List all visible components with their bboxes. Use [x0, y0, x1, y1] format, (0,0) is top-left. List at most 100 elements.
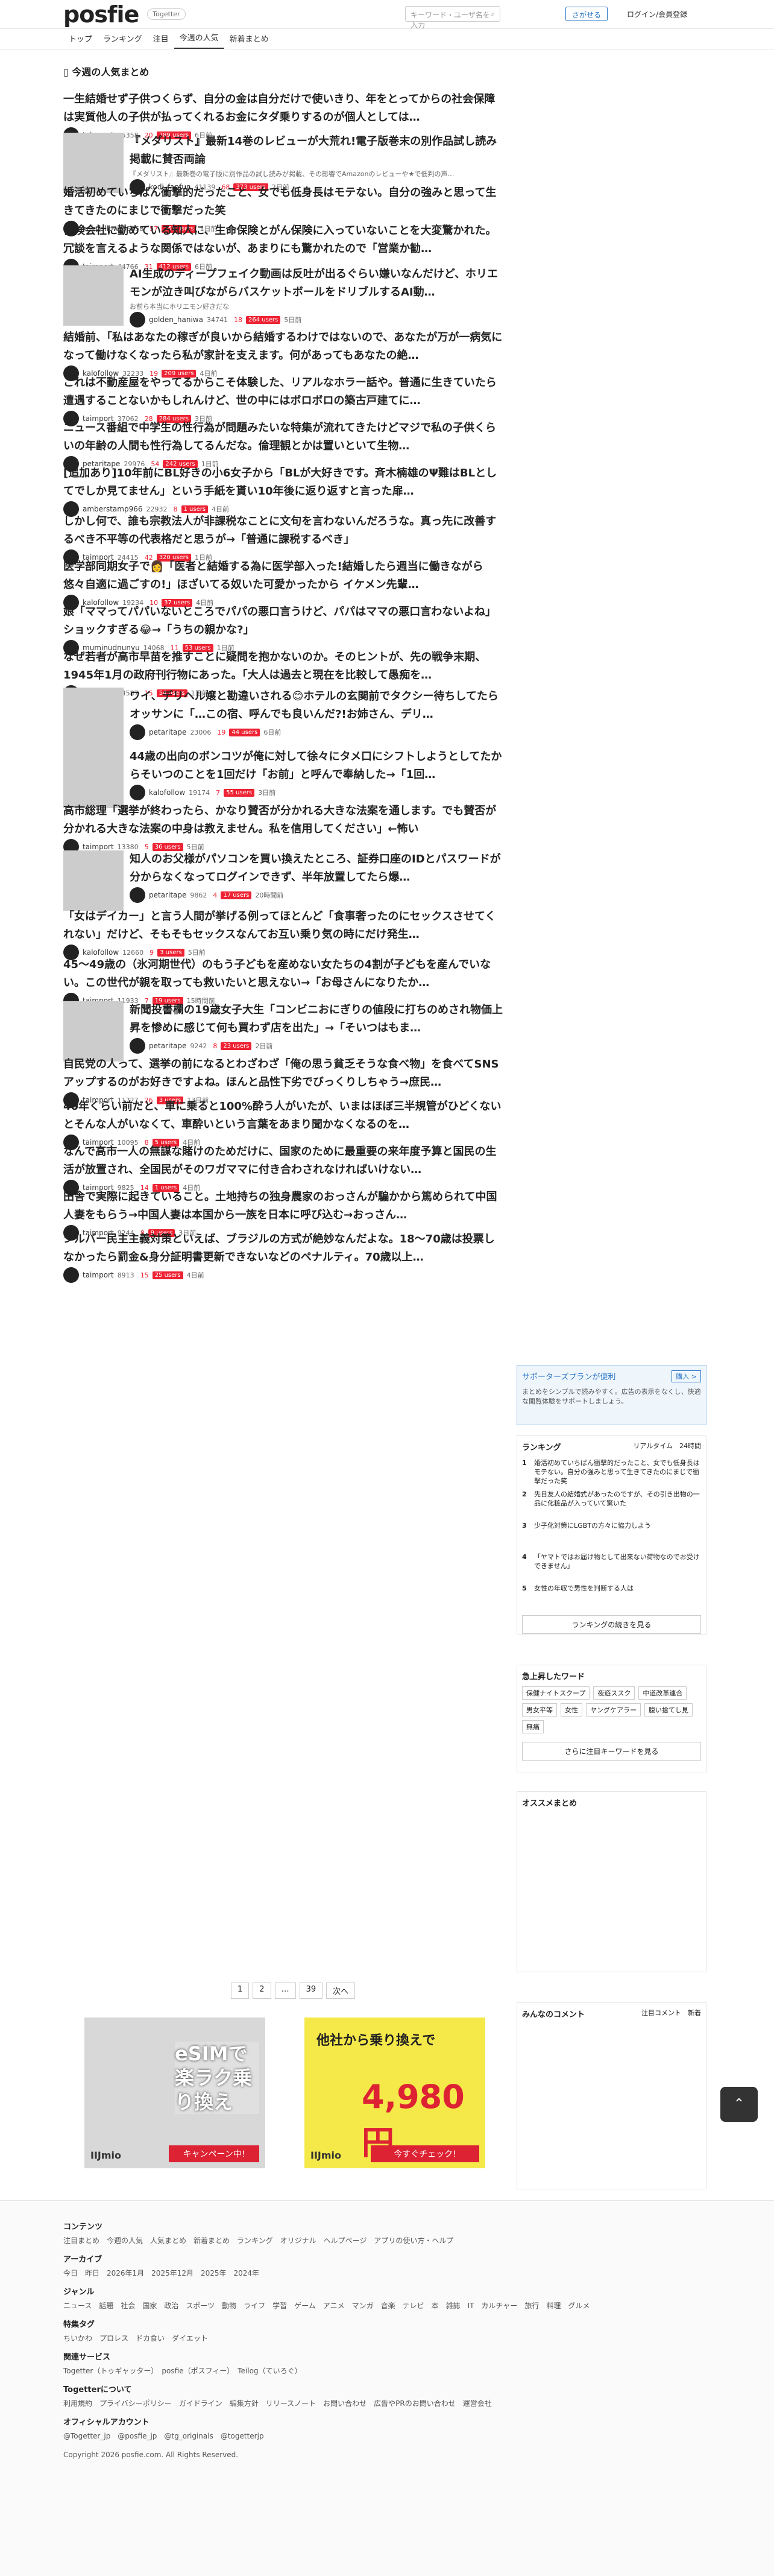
hotword-tag[interactable]: 腹い捨てし見 — [644, 1703, 693, 1717]
hotword-tag[interactable]: 中道改革連合 — [638, 1686, 687, 1700]
item-user[interactable]: taimport — [83, 1271, 114, 1279]
item-title[interactable]: 娘「ママってパパいないところでパパの悪口言うけど、パパはママの悪口言わないよね」… — [63, 603, 503, 639]
item-title[interactable]: 知人のお父様がパソコンを買い換えたところ、証券口座のIDとパスワードが分からなく… — [130, 850, 503, 887]
tab-new[interactable]: 新着まとめ — [224, 33, 274, 49]
search-input[interactable]: キーワード・ユーザ名を入力 ⌕ — [405, 6, 500, 30]
item-title[interactable]: 自民党の人って、選挙の前になるとわざわざ「俺の思う貧乏そうな食べ物」を食べてSN… — [63, 1055, 503, 1092]
list-item[interactable]: [追加あり]10年前にBL好きの小6女子から「BLが大好きです。斉木楠雄のΨ難は… — [63, 464, 503, 517]
footer-about-links[interactable]: 利用規約 プライバシーポリシー ガイドライン 編集方針 リリースノート お問い合… — [63, 2398, 711, 2408]
tab-hot[interactable]: 注目 — [148, 33, 174, 49]
page-1[interactable]: 1 — [231, 1983, 250, 1999]
list-item[interactable]: 新聞投書欄の19歳女子大生「コンビニおにぎりの値段に打ちのめされ物価上昇を惨めに… — [63, 1001, 503, 1062]
tab-weekly[interactable]: 今週の人気 — [174, 31, 224, 49]
item-title[interactable]: ワイ、デリヘル嬢と勘違いされる😊ホテルの玄関前でタクシー待ちしてたらオッサンに「… — [130, 688, 503, 724]
tab-realtime[interactable]: リアルタイム — [633, 1442, 673, 1450]
hotword-tag[interactable]: 無痛 — [522, 1720, 544, 1733]
hotword-tag[interactable]: ヤングケアラー — [586, 1703, 641, 1717]
list-item[interactable]: 高市総理「選挙が終わったら、かなり賛否が分かれる大きな法案を通します。でも賛否が… — [63, 802, 503, 855]
search-button[interactable]: さがせる — [565, 7, 608, 21]
avatar[interactable] — [130, 1038, 145, 1054]
list-item[interactable]: 44歳の出向のボンコツが俺に対して徐々にタメ口にシフトしようとしてたからそいつの… — [63, 748, 503, 808]
item-title[interactable]: AI生成のディープフェイク動画は反吐が出るぐらい嫌いなんだけど、ホリエモンが泣き… — [130, 265, 503, 302]
item-user[interactable]: petaritape — [149, 1042, 186, 1050]
item-user[interactable]: amberstamp966 — [83, 505, 143, 513]
item-title[interactable]: 高市総理「選挙が終わったら、かなり賛否が分かれる大きな法案を通します。でも賛否が… — [63, 802, 503, 838]
item-user[interactable]: petaritape — [149, 891, 186, 899]
list-item[interactable]: 知人のお父様がパソコンを買い換えたところ、証券口座のIDとパスワードが分からなく… — [63, 850, 503, 911]
ranking-more-button[interactable]: ランキングの続きを見る — [522, 1615, 701, 1634]
supporter-plan-box: サポーターズプランが便利 購入 > まとめをシンプルで読みやすく。広告の表示をな… — [517, 1365, 706, 1425]
item-title[interactable]: 医学部同期女子で👩「医者と結婚する為に医学部入った!結婚したら週当に働きながら悠… — [63, 558, 503, 594]
togetter-link[interactable]: Togetter — [147, 8, 186, 20]
scroll-top-button[interactable]: ⌃ — [720, 2087, 758, 2122]
purchase-button[interactable]: 購入 > — [672, 1370, 701, 1382]
item-title[interactable]: これは不動産屋をやってるからこそ体験した、リアルなホラー話や。普通に生きていたら… — [63, 374, 503, 410]
item-title[interactable]: 新聞投書欄の19歳女子大生「コンビニおにぎりの値段に打ちのめされ物価上昇を惨めに… — [130, 1001, 503, 1037]
login-link[interactable]: ログイン/会員登録 — [627, 9, 687, 19]
item-title[interactable]: しかし何で、誰も宗教法人が非課税なことに文句を言わないんだろうな。真っ先に改善す… — [63, 513, 503, 549]
item-title[interactable]: [追加あり]10年前にBL好きの小6女子から「BLが大好きです。斉木楠雄のΨ難は… — [63, 464, 503, 501]
avatar[interactable] — [130, 312, 145, 328]
item-user[interactable]: kalofollow — [149, 788, 185, 797]
item-title[interactable]: 44歳の出向のボンコツが俺に対して徐々にタメ口にシフトしようとしてたからそいつの… — [130, 748, 503, 784]
item-title[interactable]: 結婚前、「私はあなたの稼ぎが良いから結婚するわけではないので、あなたが万が一病気… — [63, 329, 503, 365]
item-title[interactable]: 婚活初めていちばん衝撃的だったこと、女でも低身長はモテない。自分の強みと思って生… — [63, 184, 503, 220]
footer-official-links[interactable]: @Togetter_jp @posfie_jp @tg_originals @t… — [63, 2431, 711, 2441]
page-39[interactable]: 39 — [299, 1983, 323, 1999]
hotword-tag[interactable]: 保健ナイトスクープ — [522, 1686, 590, 1700]
users-badge: 1 users — [181, 505, 209, 513]
item-user[interactable]: taimport — [83, 843, 114, 851]
hotword-tag[interactable]: 夜遊ススク — [593, 1686, 635, 1700]
item-title[interactable]: 一生結婚せず子供つくらず、自分の金は自分だけで使いきり、年をとってからの社会保障… — [63, 90, 503, 127]
item-title[interactable]: 田舎で実際に起きていること。土地持ちの独身農家のおっさんが騙かから篤められて中国… — [63, 1188, 503, 1224]
ranking-item[interactable]: 3 少子化対策にLGBTの方々に協力しよう — [522, 1521, 701, 1546]
item-title[interactable]: 45〜49歳の（氷河期世代）のもう子どもを産めない女たちの4割が子どもを産んでい… — [63, 956, 503, 992]
item-title[interactable]: 「女はデイカー」と言う人間が挙げる例ってほとんど「食事奢ったのにセックスさせてく… — [63, 908, 503, 944]
tab-top[interactable]: トップ — [63, 33, 98, 49]
hotwords-list: 保健ナイトスクープ 夜遊ススク 中道改革連合男女平等 女性 ヤングケアラー 腹い捨てし見無… — [522, 1686, 701, 1733]
list-item[interactable]: ワイ、デリヘル嬢と勘違いされる😊ホテルの玄関前でタクシー待ちしてたらオッサンに「… — [63, 688, 503, 748]
tab-hot-comments[interactable]: 注目コメント — [641, 2009, 681, 2017]
item-title[interactable]: シルバー民主主義対策といえば、ブラジルの方式が絶妙なんだよな。18〜70歳は投票… — [63, 1230, 503, 1267]
ranking-item[interactable]: 4 「ヤマトではお届け物として出来ない荷物なのでお受けできません」 — [522, 1552, 701, 1578]
item-title[interactable]: なぜ若者が高市早苗を推すことに疑問を抱かないのか。そのヒントが、先の戦争末期、1… — [63, 648, 503, 685]
item-title[interactable]: なんで高市一人の無謀な賭けのためだけに、国家のために最重要の来年度予算と国民の生… — [63, 1143, 503, 1179]
item-title[interactable]: 『メダリスト』最新14巻のレビューが大荒れ!電子版巻末の別作品試し読み掲載に賛否… — [130, 133, 503, 169]
tab-24h[interactable]: 24時間 — [679, 1442, 701, 1450]
page-2[interactable]: 2 — [253, 1983, 271, 1999]
ranking-item[interactable]: 1 婚活初めていちばん衝撃的だったこと、女でも低身長はモテない。自分の強みと思って… — [522, 1458, 701, 1484]
item-user[interactable]: kalofollow — [83, 948, 119, 957]
list-item[interactable]: 「女はデイカー」と言う人間が挙げる例ってほとんど「食事奢ったのにセックスさせてく… — [63, 908, 503, 961]
logo[interactable]: posfie — [63, 1, 139, 28]
ranking-item[interactable]: 2 先日友人の結婚式があったのですが、その引き出物の一品に化粧品が入っていて驚いた — [522, 1490, 701, 1515]
hotwords-more-button[interactable]: さらに注目キーワードを見る — [522, 1742, 701, 1761]
hotword-tag[interactable]: 男女平等 — [522, 1703, 557, 1717]
item-meta: petaritape 9242 8 23 users 2日前 — [130, 1037, 503, 1054]
avatar[interactable] — [130, 887, 145, 903]
ad-banner-1[interactable]: eSIMで楽ラク乗り換え キャンペーン中! IIJmio — [84, 2017, 265, 2168]
page-next[interactable]: 次へ — [326, 1983, 356, 1999]
ad-banner-2[interactable]: 他社から乗り換えで 4,980円 IIJmio 今すぐチェック! — [304, 2017, 485, 2168]
footer-tags-links[interactable]: ちいかわ プロレス ドカ食い ダイエット — [63, 2333, 711, 2343]
tab-ranking[interactable]: ランキング — [98, 33, 148, 49]
search-icon[interactable]: ⌕ — [491, 10, 495, 18]
item-title[interactable]: ニュース番組で中学生の性行為が問題みたいな特集が流れてきたけどマジで私の子供くら… — [63, 419, 503, 455]
item-user[interactable]: petaritape — [149, 728, 186, 736]
footer-genre-links[interactable]: ニュース 話題 社会 国家 政治 スポーツ 動物 ライフ 学習 ゲーム アニメ … — [63, 2300, 711, 2311]
avatar[interactable] — [130, 724, 145, 740]
ranking-item[interactable]: 5 女性の年収で男性を判断する人は — [522, 1584, 701, 1609]
footer-contents-links[interactable]: 注目まとめ 今週の人気 人気まとめ 新着まとめ ランキング オリジナル ヘルプペ… — [63, 2235, 711, 2245]
users-badge: 3 users — [157, 948, 184, 957]
avatar[interactable] — [130, 785, 145, 800]
list-item[interactable]: AI生成のディープフェイク動画は反吐が出るぐらい嫌いなんだけど、ホリエモンが泣き… — [63, 265, 503, 328]
tab-new-comments[interactable]: 新着 — [688, 2009, 701, 2017]
footer-archive-links[interactable]: 今日 昨日 2026年1月 2025年12月 2025年 2024年 — [63, 2268, 711, 2278]
item-title[interactable]: 40年くらい前だと、車に乗ると100%酔う人がいたが、いまはほぼ三半規管がひどく… — [63, 1098, 503, 1134]
footer-services-links[interactable]: Togetter（トゥギャッター） posfie（ポスフィー） Teilog（て… — [63, 2366, 711, 2376]
ranking-list: 1 婚活初めていちばん衝撃的だったこと、女でも低身長はモテない。自分の強みと思って… — [522, 1458, 701, 1609]
hotword-tag[interactable]: 女性 — [561, 1703, 582, 1717]
list-item[interactable]: シルバー民主主義対策といえば、ブラジルの方式が絶妙なんだよな。18〜70歳は投票… — [63, 1230, 503, 1283]
item-title[interactable]: 保険会社に勤めている知人に、生命保険とがん保険に入っていないことを大変驚かれた。… — [63, 222, 503, 258]
avatar[interactable] — [63, 1267, 79, 1283]
item-user[interactable]: golden_haniwa — [149, 315, 203, 324]
